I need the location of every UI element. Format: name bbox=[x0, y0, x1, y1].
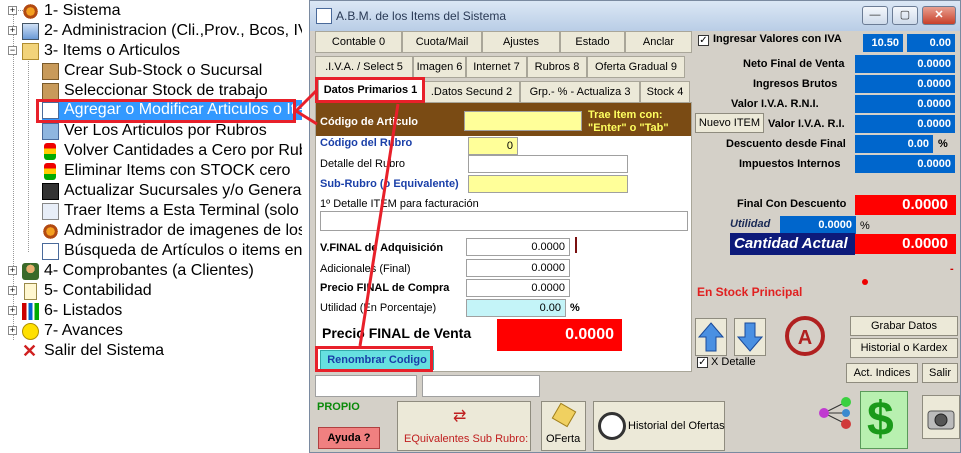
annotation-arrows bbox=[294, 88, 400, 347]
